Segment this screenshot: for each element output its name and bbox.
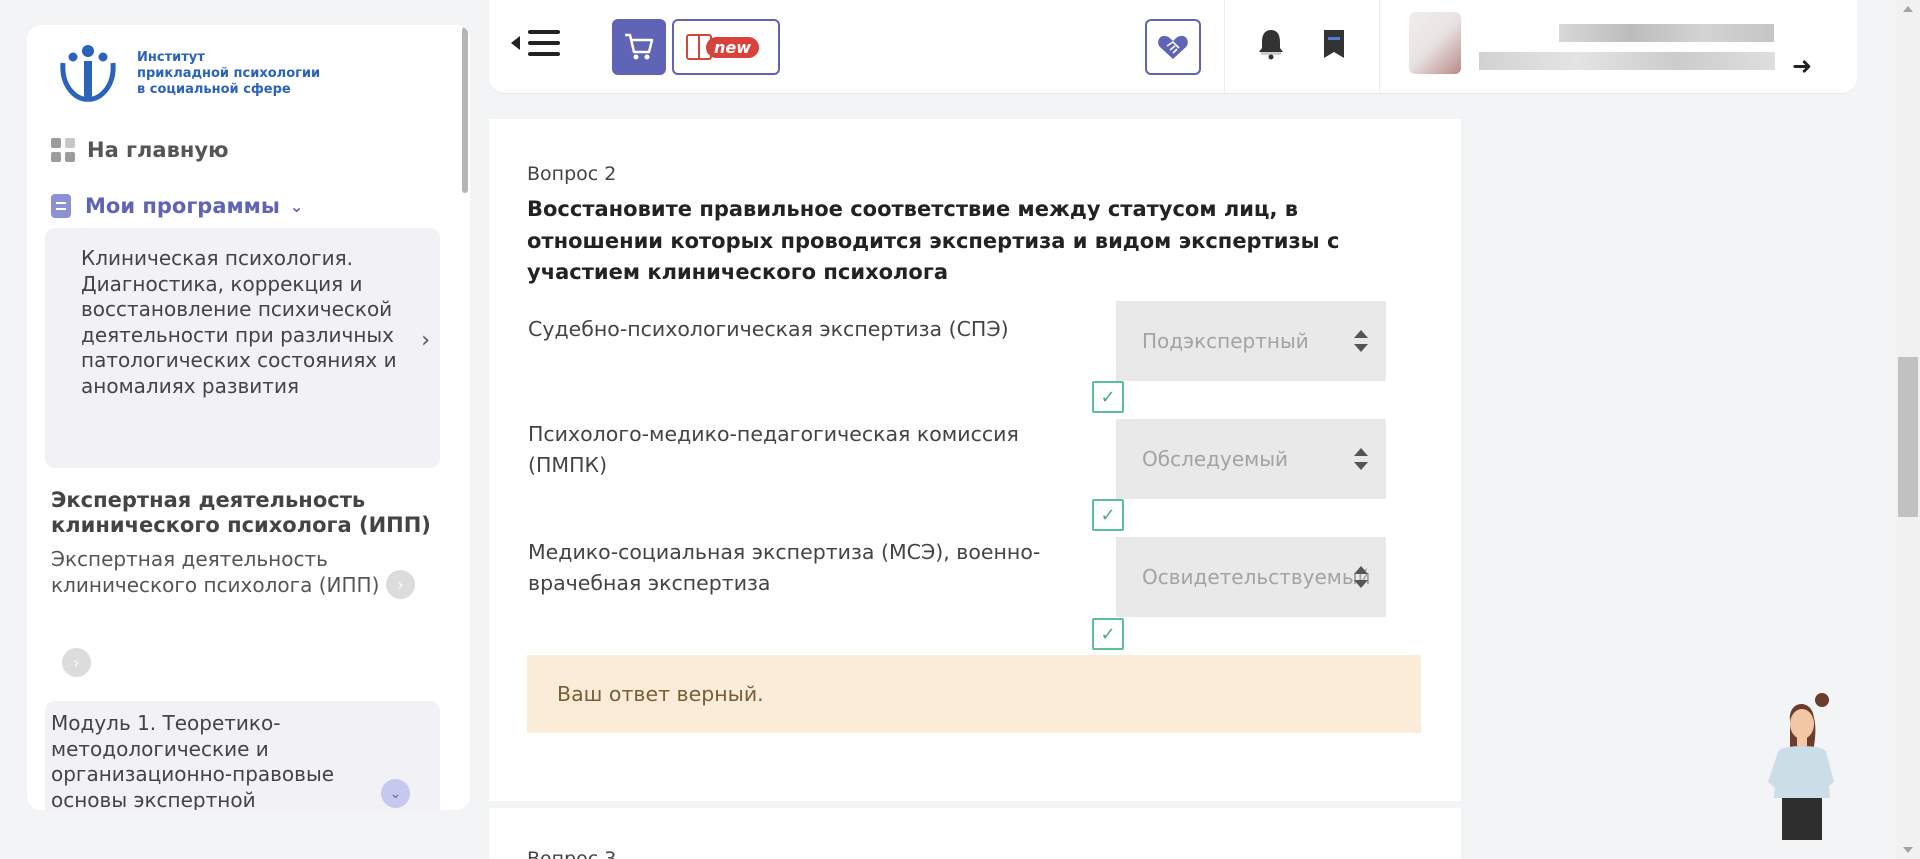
page-scrollbar-thumb[interactable] <box>1898 357 1918 517</box>
correct-check-icon: ✓ <box>1092 499 1124 531</box>
module-expand-button[interactable]: ⌄ <box>381 779 410 808</box>
expand-subsection-button[interactable]: › <box>62 648 91 677</box>
nav-home-label: На главную <box>87 138 229 162</box>
program-card-title: Клиническая психология. Диагностика, кор… <box>81 246 397 398</box>
match-row-label: Судебно-психологическая экспертиза (СПЭ) <box>528 317 1009 341</box>
top-header: new ➜ <box>489 0 1857 94</box>
menu-icon <box>528 30 560 56</box>
gift-new-button[interactable]: new <box>672 19 780 75</box>
logo-line: Институт <box>137 50 205 65</box>
cart-button[interactable] <box>612 19 666 75</box>
match-select-value: Подэкспертный <box>1142 329 1309 353</box>
cart-icon <box>625 33 654 60</box>
nav-home-link[interactable]: На главную <box>51 138 228 162</box>
chevron-right-icon: › <box>73 653 80 672</box>
nav-my-programs[interactable]: Мои программы ⌄ <box>51 194 303 218</box>
match-select-value: Обследуемый <box>1142 447 1289 471</box>
sidebar: Институт прикладной психологии в социаль… <box>27 25 470 810</box>
match-select[interactable]: Подэкспертный <box>1116 301 1386 381</box>
select-arrows-icon <box>1354 330 1368 352</box>
module-card[interactable]: Модуль 1. Теоретико-методологические и о… <box>45 701 440 810</box>
chevron-right-icon: › <box>421 328 430 353</box>
module-card-title: Модуль 1. Теоретико-методологические и о… <box>51 711 335 810</box>
correct-check-icon: ✓ <box>1092 381 1124 413</box>
feedback-text: Ваш ответ верный. <box>557 682 764 706</box>
program-card[interactable]: Клиническая психология. Диагностика, кор… <box>45 228 440 468</box>
question-number: Вопрос 2 <box>527 163 617 185</box>
match-row-label: Психолого-медико-педагогическая комиссия… <box>528 422 1019 477</box>
match-select[interactable]: Освидетельствуемый <box>1116 537 1386 617</box>
new-badge: new <box>706 36 760 58</box>
dashboard-icon <box>51 138 75 162</box>
user-name-redacted <box>1559 24 1774 42</box>
logo-line: прикладной психологии <box>137 66 321 81</box>
question-card: Вопрос 2 Восстановите правильное соответ… <box>489 119 1461 801</box>
bookmark-icon[interactable] <box>1322 28 1346 60</box>
match-row-label: Медико-социальная экспертиза (МСЭ), воен… <box>528 540 1041 595</box>
institute-logo[interactable]: Институт прикладной психологии в социаль… <box>55 41 320 107</box>
course-section-title: Экспертная деятельность клинического пси… <box>51 488 431 537</box>
select-arrows-icon <box>1354 448 1368 470</box>
scroll-up-arrow-icon[interactable] <box>1903 6 1913 12</box>
collapse-arrow-icon <box>511 36 520 50</box>
document-icon <box>51 194 71 218</box>
next-question-card: Вопрос 3 <box>489 808 1461 859</box>
nav-programs-label: Мои программы <box>85 194 280 218</box>
logo-line: в социальной сфере <box>137 82 291 97</box>
support-button[interactable] <box>1145 19 1201 75</box>
match-select[interactable]: Обследуемый <box>1116 419 1386 499</box>
menu-toggle-button[interactable] <box>511 30 560 56</box>
match-select-value: Освидетельствуемый <box>1142 565 1371 589</box>
sidebar-scrollbar[interactable] <box>462 27 468 193</box>
assistant-character-icon[interactable] <box>1760 690 1840 840</box>
gift-icon <box>686 34 712 60</box>
user-avatar[interactable] <box>1409 12 1461 74</box>
select-arrows-icon <box>1354 566 1368 588</box>
logo-text: Институт прикладной психологии в социаль… <box>137 50 320 98</box>
chevron-down-icon: ⌄ <box>389 785 402 802</box>
course-section-item[interactable]: Экспертная деятельность клинического пси… <box>51 547 381 598</box>
chevron-down-icon: ⌄ <box>289 196 304 216</box>
answer-feedback: Ваш ответ верный. <box>527 655 1421 733</box>
logout-icon[interactable]: ➜ <box>1792 52 1812 80</box>
scroll-down-arrow-icon[interactable] <box>1903 847 1913 853</box>
question-text: Восстановите правильное соответствие меж… <box>527 197 1340 284</box>
user-email-redacted <box>1479 52 1775 70</box>
question-number: Вопрос 3 <box>527 848 617 859</box>
header-divider <box>1224 0 1225 94</box>
correct-check-icon: ✓ <box>1092 618 1124 650</box>
page-scrollbar[interactable] <box>1896 0 1920 859</box>
header-divider <box>1379 0 1380 94</box>
chevron-right-icon: › <box>397 575 404 594</box>
handshake-icon <box>1158 35 1188 59</box>
logo-icon <box>60 45 116 102</box>
bell-icon[interactable] <box>1256 28 1286 60</box>
expand-section-button[interactable]: › <box>386 570 415 599</box>
